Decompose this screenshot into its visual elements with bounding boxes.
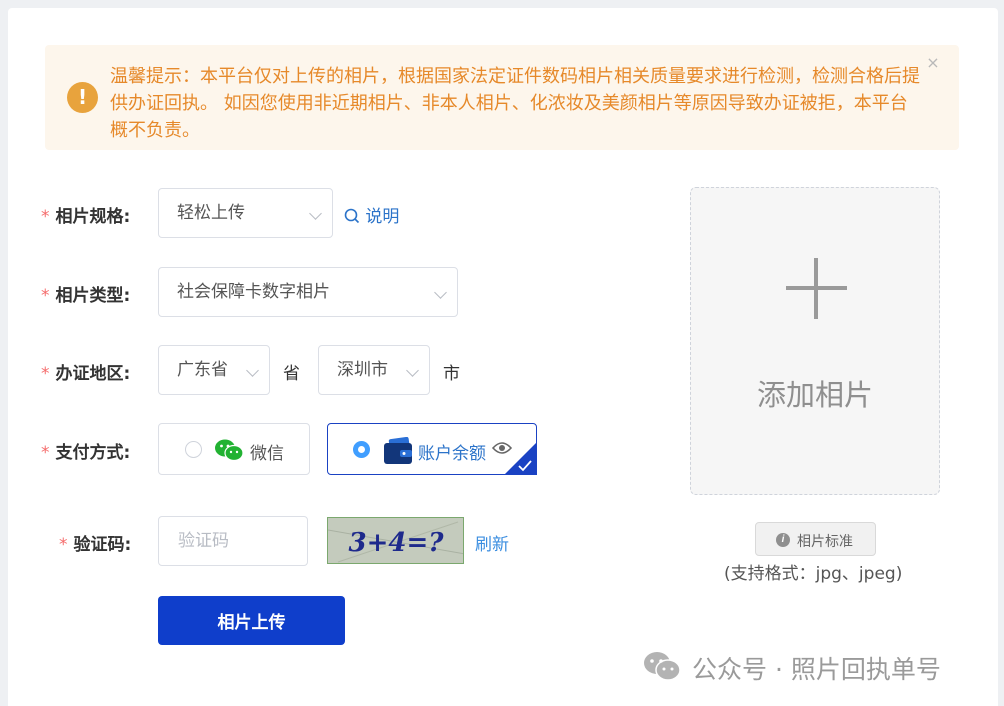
- required-mark: *: [41, 207, 50, 227]
- payment-option-wechat[interactable]: 微信: [158, 423, 310, 475]
- region-label: * 办证地区:: [41, 359, 130, 384]
- exclamation-icon: !: [67, 82, 98, 113]
- captcha-noise: 3+4=?: [328, 518, 463, 563]
- required-mark: *: [41, 443, 50, 463]
- province-value: 广东省: [177, 360, 228, 380]
- required-mark: *: [41, 286, 50, 306]
- supported-formats: (支持格式：jpg、jpeg): [724, 564, 903, 584]
- add-photo-label: 添加相片: [756, 378, 873, 412]
- payment-label-text: 支付方式:: [55, 443, 131, 463]
- close-icon[interactable]: ×: [926, 55, 940, 71]
- photo-standard-label: 相片标准: [797, 533, 853, 549]
- selected-check-icon: [504, 442, 537, 475]
- captcha-text: 3+4=?: [349, 528, 445, 558]
- balance-label: 账户余额: [418, 444, 486, 464]
- captcha-refresh-link[interactable]: 刷新: [475, 530, 509, 555]
- required-mark: *: [41, 364, 50, 384]
- wechat-logo-icon: [644, 652, 681, 681]
- captcha-label-text: 验证码:: [73, 535, 132, 555]
- region-label-text: 办证地区:: [55, 364, 131, 384]
- spec-select-value: 轻松上传: [177, 203, 245, 223]
- type-select[interactable]: 社会保障卡数字相片: [158, 267, 458, 317]
- city-value: 深圳市: [337, 360, 388, 380]
- chevron-down-icon: [434, 286, 447, 299]
- payment-option-balance[interactable]: 账户余额: [327, 423, 537, 475]
- province-select[interactable]: 广东省: [158, 345, 270, 395]
- province-suffix: 省: [283, 364, 300, 384]
- captcha-label: * 验证码:: [59, 530, 131, 555]
- required-mark: *: [59, 535, 68, 555]
- wechat-icon: [215, 439, 244, 462]
- add-photo-upload[interactable]: 添加相片: [690, 187, 940, 495]
- spec-label: * 相片规格:: [41, 202, 130, 227]
- city-suffix: 市: [443, 364, 460, 384]
- balance-radio[interactable]: [353, 441, 370, 458]
- type-label: * 相片类型:: [41, 281, 130, 306]
- wechat-label: 微信: [250, 444, 284, 464]
- captcha-input[interactable]: [158, 516, 308, 566]
- alert-text: 温馨提示：本平台仅对上传的相片，根据国家法定证件数码相片相关质量要求进行检测，检…: [110, 66, 920, 141]
- wallet-icon: [384, 437, 412, 464]
- captcha-image[interactable]: 3+4=?: [327, 517, 464, 564]
- spec-label-text: 相片规格:: [55, 207, 131, 227]
- chevron-down-icon: [246, 364, 259, 377]
- type-select-value: 社会保障卡数字相片: [177, 282, 330, 302]
- spec-select[interactable]: 轻松上传: [158, 188, 333, 238]
- upload-submit-button[interactable]: 相片上传: [158, 596, 345, 645]
- spec-help-text: 说明: [365, 207, 400, 227]
- wechat-radio[interactable]: [185, 441, 202, 458]
- info-icon: i: [776, 533, 790, 547]
- chevron-down-icon: [309, 207, 322, 220]
- spec-help-link[interactable]: 说明: [344, 202, 399, 227]
- type-label-text: 相片类型:: [55, 286, 131, 306]
- payment-label: * 支付方式:: [41, 438, 130, 463]
- plus-icon-vertical: [814, 258, 818, 319]
- photo-standard-button[interactable]: i 相片标准: [755, 522, 876, 556]
- search-icon: [344, 208, 360, 224]
- chevron-down-icon: [406, 364, 419, 377]
- watermark-text: 公众号 · 照片回执单号: [692, 655, 941, 684]
- city-select[interactable]: 深圳市: [318, 345, 430, 395]
